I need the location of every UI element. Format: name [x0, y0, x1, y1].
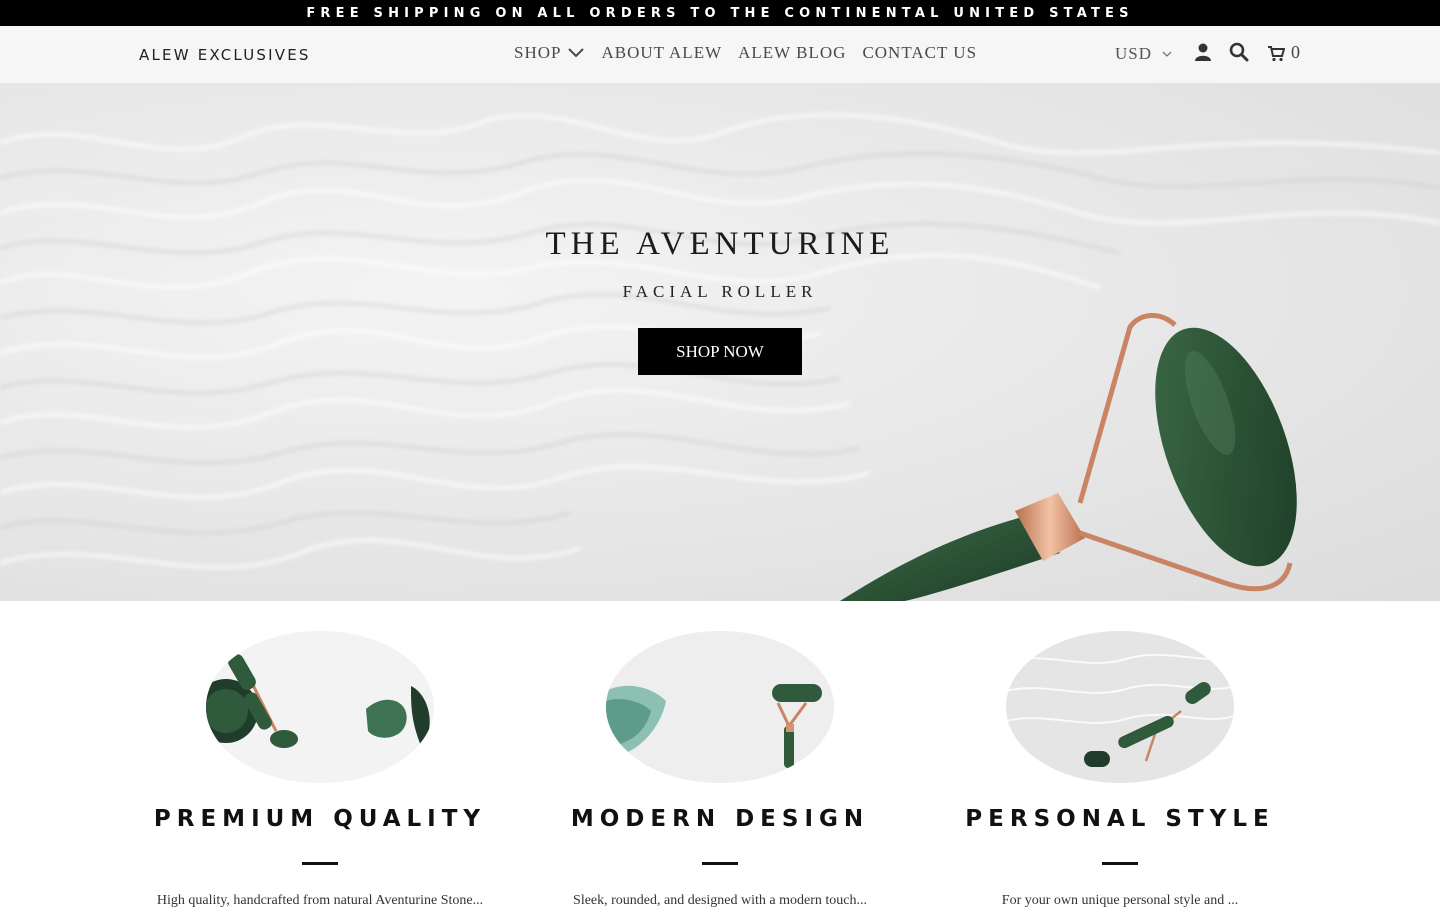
nav-shop-label: SHOP: [514, 43, 562, 62]
account-button[interactable]: [1193, 42, 1213, 62]
shop-now-button[interactable]: SHOP NOW: [638, 328, 802, 375]
search-button[interactable]: [1229, 42, 1249, 62]
feature-description: For your own unique personal style and .…: [1001, 893, 1239, 908]
hero-title: THE AVENTURINE: [545, 226, 895, 262]
nav-about[interactable]: ABOUT ALEW: [601, 43, 722, 63]
cart-icon: [1268, 45, 1285, 61]
search-icon: [1229, 42, 1249, 62]
nav-contact[interactable]: CONTACT US: [862, 43, 977, 63]
feature-title: MODERN DESIGN: [570, 806, 870, 832]
divider: [1102, 862, 1138, 865]
feature-personal-style: PERSONAL STYLE For your own unique perso…: [940, 631, 1300, 909]
currency-value: USD: [1115, 44, 1153, 63]
feature-premium-quality: PREMIUM QUALITY High quality, handcrafte…: [140, 631, 500, 909]
nav-shop[interactable]: SHOP: [514, 43, 585, 63]
roller-photo: [1006, 631, 1234, 783]
nav-contact-label: CONTACT US: [862, 43, 978, 62]
feature-title: PREMIUM QUALITY: [153, 806, 487, 832]
nav-about-label: ABOUT ALEW: [601, 43, 723, 62]
nav-blog-label: ALEW BLOG: [738, 43, 847, 62]
feature-title: PERSONAL STYLE: [965, 806, 1275, 832]
feature-modern-design: MODERN DESIGN Sleek, rounded, and design…: [540, 631, 900, 909]
roller-photo: [606, 631, 834, 783]
feature-image: [1006, 631, 1234, 783]
feature-image: [606, 631, 834, 783]
chevron-down-icon: [1162, 51, 1172, 57]
cart-button[interactable]: 0: [1267, 42, 1300, 63]
feature-image: [206, 631, 434, 783]
user-icon: [1195, 43, 1211, 61]
nav-blog[interactable]: ALEW BLOG: [738, 43, 846, 63]
roller-photo: [206, 631, 434, 783]
cart-count: 0: [1291, 42, 1300, 62]
chevron-down-icon: [568, 48, 585, 58]
hero-subtitle: FACIAL ROLLER: [622, 282, 818, 301]
site-header: ALEW EXCLUSIVES SHOP ABOUT ALEW ALEW BLO…: [0, 26, 1440, 83]
feature-description: High quality, handcrafted from natural A…: [156, 893, 484, 908]
hero-banner: THE AVENTURINE FACIAL ROLLER SHOP NOW: [0, 83, 1440, 601]
main-nav: SHOP ABOUT ALEW ALEW BLOG CONTACT US: [514, 43, 977, 63]
currency-selector[interactable]: USD: [1115, 44, 1172, 64]
feature-description: Sleek, rounded, and designed with a mode…: [573, 893, 867, 908]
store-logo[interactable]: ALEW EXCLUSIVES: [139, 46, 311, 64]
divider: [702, 862, 738, 865]
announcement-text: FREE SHIPPING ON ALL ORDERS TO THE CONTI…: [306, 5, 1134, 21]
divider: [302, 862, 338, 865]
announcement-bar: FREE SHIPPING ON ALL ORDERS TO THE CONTI…: [0, 0, 1440, 26]
